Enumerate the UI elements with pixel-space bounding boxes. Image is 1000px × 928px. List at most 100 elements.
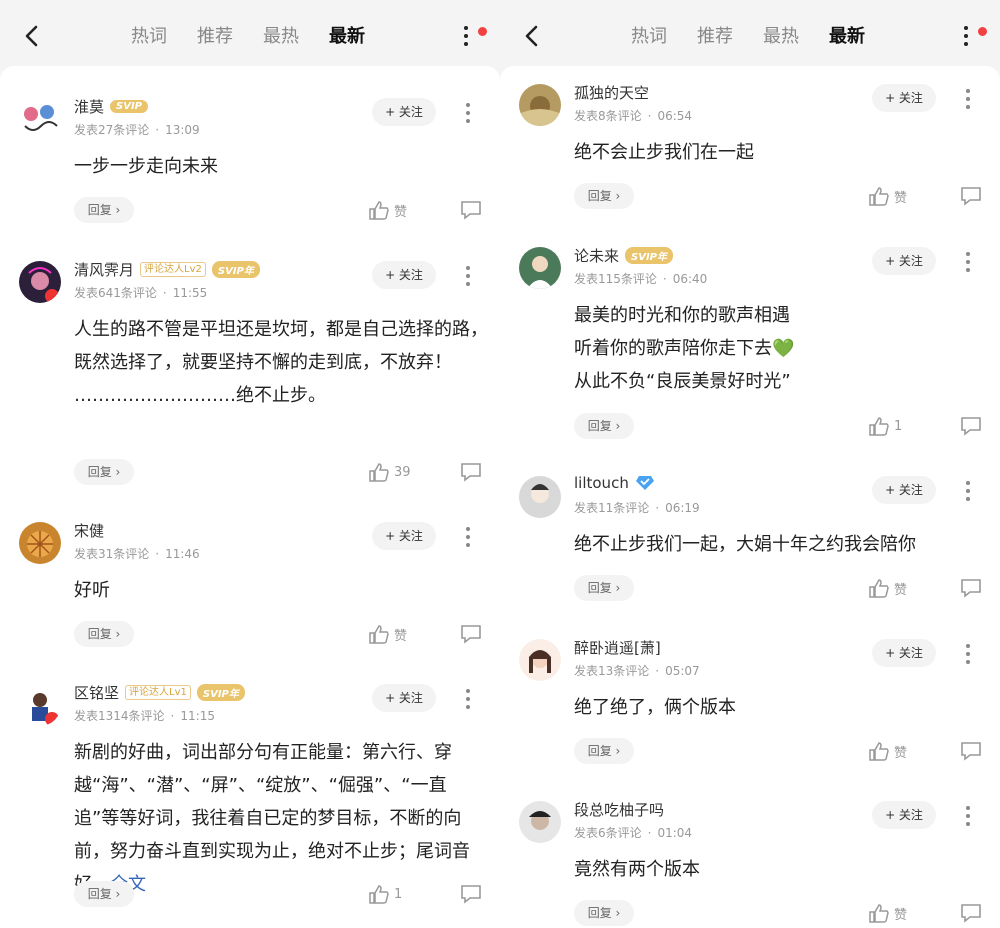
username[interactable]: 淮莫 [74, 96, 104, 117]
like-button[interactable]: 赞 [868, 738, 928, 764]
back-arrow-icon[interactable] [18, 22, 46, 50]
reply-button[interactable]: 回复 › [74, 197, 134, 223]
follow-button[interactable]: + 关注 [372, 522, 436, 550]
avatar[interactable] [519, 639, 561, 681]
svip-badge: SVIP年 [211, 261, 260, 278]
reply-button[interactable]: 回复 › [74, 621, 134, 647]
avatar[interactable] [519, 801, 561, 843]
follow-button[interactable]: + 关注 [372, 261, 436, 289]
follow-button[interactable]: + 关注 [372, 684, 436, 712]
comment-list: 孤独的天空 发表8条评论 · 06:54 + 关注 绝不会止步我们在一起 回复 › … [500, 66, 1000, 928]
tab-hot-words[interactable]: 热词 [131, 24, 197, 50]
more-options-icon[interactable] [966, 89, 970, 113]
like-button[interactable]: 1 [368, 881, 428, 907]
right-screen: 热词 推荐 最热 最新 孤独的天空 发表8条评论 · 06:54 + 关注 绝不会止… [500, 0, 1000, 928]
comment-meta: 发表1314条评论 · 11:15 [74, 709, 215, 723]
like-button[interactable]: 赞 [868, 900, 928, 926]
comment-meta: 发表11条评论 · 06:19 [574, 501, 700, 515]
comment-list: 淮莫 SVIP 发表27条评论 · 13:09 + 关注 一步一步走向未来 回复 ›… [0, 66, 500, 928]
username[interactable]: 宋健 [74, 520, 104, 541]
comment-icon[interactable] [959, 902, 983, 924]
like-button[interactable]: 赞 [868, 575, 928, 601]
tab-hottest[interactable]: 最热 [263, 24, 329, 50]
top-nav: 热词 推荐 最热 最新 [500, 0, 1000, 72]
thumbs-up-icon [869, 187, 889, 206]
avatar[interactable] [19, 98, 61, 140]
svip-badge: SVIP年 [196, 684, 245, 701]
more-options-icon[interactable] [466, 527, 470, 551]
comment-icon[interactable] [459, 623, 483, 645]
reply-button[interactable]: 回复 › [574, 900, 634, 926]
more-options-icon[interactable] [466, 266, 470, 290]
tab-hot-words[interactable]: 热词 [631, 24, 697, 50]
follow-button[interactable]: + 关注 [872, 801, 936, 829]
tab-recommend[interactable]: 推荐 [197, 24, 263, 50]
tab-recommend[interactable]: 推荐 [697, 24, 763, 50]
comment-text: 人生的路不管是平坦还是坎坷，都是自己选择的路，既然选择了，就要坚持不懈的走到底，… [74, 319, 488, 406]
follow-button[interactable]: + 关注 [872, 639, 936, 667]
comment-text: 好听 [74, 580, 110, 601]
comment-text: 最美的时光和你的歌声相遇 听着你的歌声陪你走下去💚 从此不负“良辰美景好时光” [574, 305, 795, 392]
username[interactable]: 清风霁月 [74, 259, 134, 280]
reply-button[interactable]: 回复 › [574, 575, 634, 601]
top-nav: 热词 推荐 最热 最新 [0, 0, 500, 72]
like-button[interactable]: 赞 [868, 183, 928, 209]
avatar[interactable] [19, 522, 61, 564]
comment-icon[interactable] [959, 577, 983, 599]
tab-newest[interactable]: 最新 [829, 24, 895, 50]
avatar[interactable] [519, 84, 561, 126]
more-menu-icon[interactable] [464, 26, 474, 48]
username[interactable]: 醉卧逍遥[萧] [574, 637, 661, 658]
more-options-icon[interactable] [966, 252, 970, 276]
level-badge: 评论达人Lv2 [140, 262, 206, 277]
reply-button[interactable]: 回复 › [574, 738, 634, 764]
svip-badge: SVIP年 [625, 247, 674, 264]
like-button[interactable]: 赞 [368, 621, 428, 647]
svip-badge: SVIP [110, 100, 149, 113]
comment-text: 绝了绝了，俩个版本 [574, 697, 736, 718]
follow-button[interactable]: + 关注 [872, 247, 936, 275]
reply-button[interactable]: 回复 › [74, 459, 134, 485]
more-options-icon[interactable] [466, 103, 470, 127]
avatar[interactable] [519, 247, 561, 289]
comment-icon[interactable] [459, 199, 483, 221]
follow-button[interactable]: + 关注 [872, 476, 936, 504]
comment-text: 竟然有两个版本 [574, 859, 700, 880]
username[interactable]: 段总吃柚子吗 [574, 799, 664, 820]
comment-icon[interactable] [959, 740, 983, 762]
username[interactable]: 孤独的天空 [574, 82, 649, 103]
follow-button[interactable]: + 关注 [872, 84, 936, 112]
more-options-icon[interactable] [466, 689, 470, 713]
more-menu-icon[interactable] [964, 26, 974, 48]
like-button[interactable]: 39 [368, 459, 428, 485]
comment-icon[interactable] [959, 185, 983, 207]
username[interactable]: liltouch [574, 474, 629, 492]
like-button[interactable]: 赞 [368, 197, 428, 223]
avatar[interactable] [19, 261, 61, 303]
reply-button[interactable]: 回复 › [74, 881, 134, 907]
thumbs-up-icon [369, 625, 389, 644]
avatar[interactable] [519, 476, 561, 518]
reply-button[interactable]: 回复 › [574, 183, 634, 209]
comment-icon[interactable] [959, 415, 983, 437]
username[interactable]: 区铭坚 [74, 682, 119, 703]
like-button[interactable]: 1 [868, 413, 928, 439]
reply-button[interactable]: 回复 › [574, 413, 634, 439]
comment-meta: 发表115条评论 · 06:40 [574, 272, 708, 286]
username[interactable]: 论未来 [574, 245, 619, 266]
tab-newest[interactable]: 最新 [329, 24, 395, 50]
comment-meta: 发表6条评论 · 01:04 [574, 826, 693, 840]
back-arrow-icon[interactable] [518, 22, 546, 50]
comment-icon[interactable] [459, 461, 483, 483]
thumbs-up-icon [869, 579, 889, 598]
more-options-icon[interactable] [966, 644, 970, 668]
more-options-icon[interactable] [966, 806, 970, 830]
more-options-icon[interactable] [966, 481, 970, 505]
comment-icon[interactable] [459, 883, 483, 905]
follow-button[interactable]: + 关注 [372, 98, 436, 126]
comment-text: 绝不会止步我们在一起 [574, 142, 754, 163]
comment-meta: 发表27条评论 · 13:09 [74, 123, 200, 137]
thumbs-up-icon [369, 463, 389, 482]
tab-hottest[interactable]: 最热 [763, 24, 829, 50]
avatar[interactable] [19, 684, 61, 726]
